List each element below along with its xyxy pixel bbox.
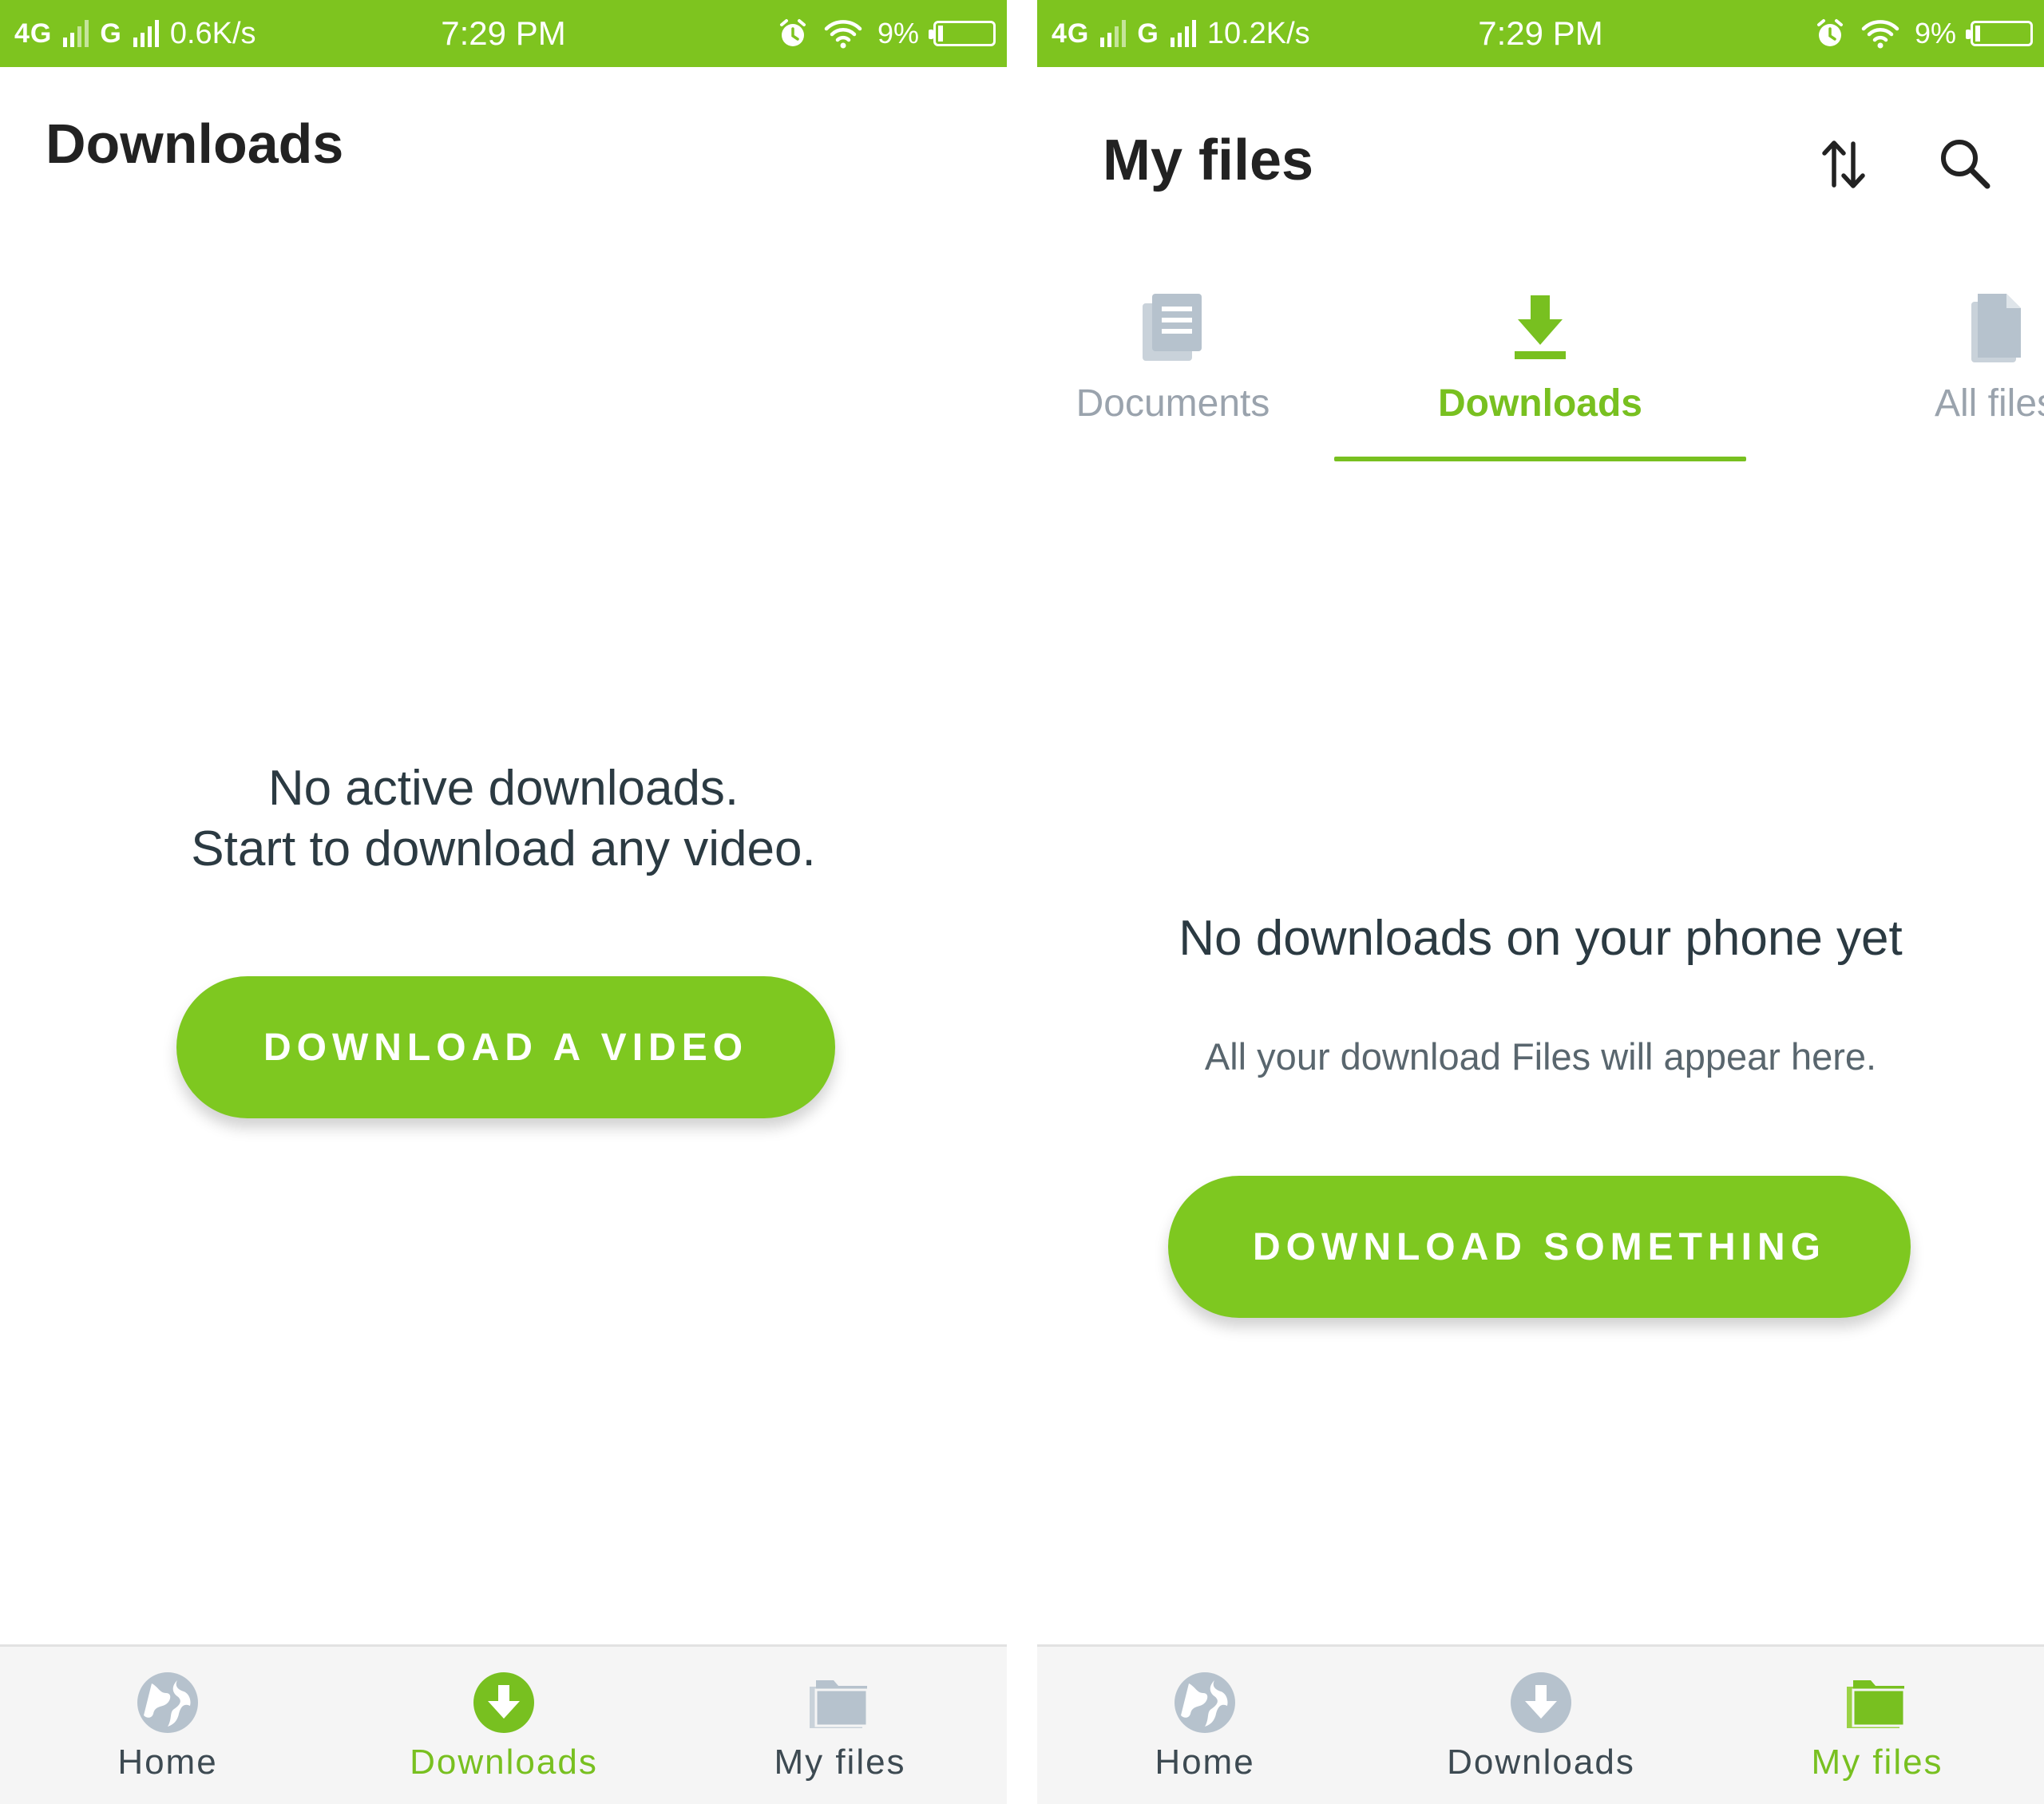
active-tab-indicator xyxy=(1334,457,1746,461)
nav-item-my-files[interactable]: My files xyxy=(672,1647,1007,1804)
page-title: Downloads xyxy=(46,113,344,175)
tab-label-downloads: Downloads xyxy=(1437,382,1642,425)
search-icon[interactable] xyxy=(1929,128,2001,200)
download-a-video-button[interactable]: DOWNLOAD A VIDEO xyxy=(176,976,835,1118)
status-bar: 4G G 10.2K/s 7:29 PM 9% xyxy=(1037,0,2044,67)
nav-label-downloads: Downloads xyxy=(1447,1743,1635,1782)
bottom-navigation: Home Downloads My files xyxy=(1037,1644,2044,1804)
sort-arrows-icon[interactable] xyxy=(1808,128,1880,200)
battery-percent: 9% xyxy=(1914,17,1956,49)
wifi-icon xyxy=(824,20,862,49)
downloads-screen: 4G G 0.6K/s 7:29 PM 9% Downloads No acti… xyxy=(0,0,1007,1804)
folder-icon xyxy=(1847,1680,1906,1728)
wifi-icon xyxy=(1861,20,1899,49)
tab-all-files[interactable]: All files xyxy=(1824,279,2044,471)
download-circle-icon xyxy=(473,1672,534,1733)
nav-item-my-files[interactable]: My files xyxy=(1709,1647,2044,1804)
canvas: 4G G 0.6K/s 7:29 PM 9% Downloads No acti… xyxy=(0,0,2044,1804)
battery-icon xyxy=(929,21,996,46)
status-right: 9% xyxy=(777,10,996,57)
tab-downloads[interactable]: Downloads xyxy=(1334,279,1746,471)
tab-label-all-files: All files xyxy=(1934,382,2044,425)
status-bar: 4G G 0.6K/s 7:29 PM 9% xyxy=(0,0,1007,67)
page-title: My files xyxy=(1103,129,1314,192)
nav-label-home: Home xyxy=(117,1743,218,1782)
empty-state-title: No downloads on your phone yet xyxy=(1178,911,1903,966)
bottom-navigation: Home Downloads My files xyxy=(0,1644,1007,1804)
battery-icon xyxy=(1966,21,2033,46)
folder-icon xyxy=(810,1680,869,1728)
my-files-screen: 4G G 10.2K/s 7:29 PM 9% My files Documen xyxy=(1037,0,2044,1804)
nav-label-my-files: My files xyxy=(1811,1743,1943,1782)
file-icon xyxy=(1971,294,2021,362)
globe-icon xyxy=(137,1672,198,1733)
nav-label-home: Home xyxy=(1155,1743,1255,1782)
nav-label-my-files: My files xyxy=(774,1743,906,1782)
globe-icon xyxy=(1175,1672,1235,1733)
empty-state-line-1: No active downloads. xyxy=(267,761,739,816)
download-circle-icon xyxy=(1511,1672,1571,1733)
empty-state-line-2: Start to download any video. xyxy=(191,821,816,876)
alarm-icon xyxy=(779,19,806,46)
empty-state-subtitle: All your download Files will appear here… xyxy=(1204,1035,1877,1078)
download-something-button[interactable]: DOWNLOAD SOMETHING xyxy=(1168,1176,1911,1318)
empty-state-message: No active downloads. Start to download a… xyxy=(0,758,1007,880)
nav-label-downloads: Downloads xyxy=(410,1743,598,1782)
alarm-icon xyxy=(1816,19,1843,46)
download-arrow-icon xyxy=(1515,295,1566,359)
documents-icon xyxy=(1143,294,1202,361)
status-right: 9% xyxy=(1814,10,2033,57)
nav-item-downloads[interactable]: Downloads xyxy=(1373,1647,1709,1804)
battery-level xyxy=(938,26,943,42)
battery-level xyxy=(1975,26,1980,42)
nav-item-home[interactable]: Home xyxy=(1037,1647,1373,1804)
nav-item-downloads[interactable]: Downloads xyxy=(336,1647,671,1804)
tab-documents[interactable]: Documents xyxy=(1037,279,1341,471)
tab-label-documents: Documents xyxy=(1075,382,1270,425)
nav-item-home[interactable]: Home xyxy=(0,1647,335,1804)
battery-percent: 9% xyxy=(877,17,919,49)
